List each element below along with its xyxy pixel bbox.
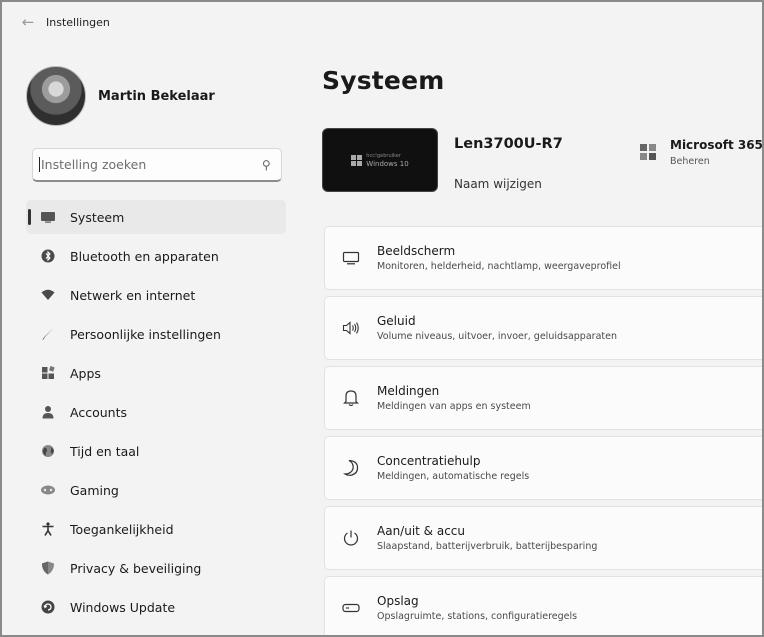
sidebar-item-systeem[interactable]: Systeem (26, 200, 286, 234)
card-title: Concentratiehulp (377, 454, 481, 468)
display-icon (341, 248, 361, 268)
sidebar-item-label: Apps (70, 365, 101, 381)
profile-name: Martin Bekelaar (98, 88, 215, 104)
sidebar-nav: Systeem Bluetooth en apparaten Netwerk e… (26, 200, 286, 629)
card-title: Meldingen (377, 384, 440, 398)
sidebar-item-label: Tijd en taal (70, 443, 140, 459)
sidebar-item-label: Netwerk en internet (70, 287, 196, 303)
device-name: Len3700U-R7 (454, 136, 563, 152)
settings-window: ← Instellingen Martin Bekelaar ⚲ Systeem (0, 0, 764, 637)
sidebar-item-label: Gaming (70, 482, 119, 498)
card-title: Aan/uit & accu (377, 524, 465, 538)
sidebar-item-privacy[interactable]: Privacy & beveiliging (26, 551, 286, 585)
card-subtitle: Volume niveaus, uitvoer, invoer, geluids… (377, 331, 617, 342)
settings-card-geluid[interactable]: Geluid Volume niveaus, uitvoer, invoer, … (324, 296, 762, 360)
card-title: Opslag (377, 594, 419, 608)
card-title: Geluid (377, 314, 416, 328)
sidebar-item-label: Windows Update (70, 599, 176, 615)
sidebar-item-label: Accounts (70, 404, 127, 420)
sidebar-item-gaming[interactable]: Gaming (26, 473, 286, 507)
sidebar-item-toegankelijkheid[interactable]: Toegankelijkheid (26, 512, 286, 546)
update-icon (40, 599, 56, 615)
moon-icon (341, 458, 361, 478)
card-subtitle: Opslagruimte, stations, configuratierege… (377, 611, 578, 622)
sidebar-item-label: Bluetooth en apparaten (70, 248, 219, 264)
search-input[interactable] (39, 157, 263, 172)
microsoft-365-title: Microsoft 365 (670, 138, 763, 152)
wallpaper-os: Windows 10 (366, 160, 409, 168)
monitor-icon (40, 209, 56, 225)
microsoft-365-manage-link[interactable]: Beheren (670, 156, 762, 167)
sidebar-item-netwerk[interactable]: Netwerk en internet (26, 278, 286, 312)
settings-card-concentratiehulp[interactable]: Concentratiehulp Meldingen, automatische… (324, 436, 762, 500)
user-profile[interactable]: Martin Bekelaar (26, 66, 215, 126)
card-subtitle: Slaapstand, batterijverbruik, batterijbe… (377, 541, 598, 552)
wallpaper-brand: hcc!gebruiker (366, 153, 401, 159)
bell-icon (341, 388, 361, 408)
search-box: ⚲ (32, 148, 282, 182)
sidebar-item-accounts[interactable]: Accounts (26, 395, 286, 429)
sidebar-item-tijd[interactable]: Tijd en taal (26, 434, 286, 468)
page-title: Systeem (322, 66, 445, 95)
settings-card-beeldscherm[interactable]: Beeldscherm Monitoren, helderheid, nacht… (324, 226, 762, 290)
speaker-icon (341, 318, 361, 338)
gamepad-icon (40, 482, 56, 498)
app-title: Instellingen (46, 15, 110, 29)
settings-list: Beeldscherm Monitoren, helderheid, nacht… (324, 226, 762, 635)
sidebar-item-persoonlijk[interactable]: Persoonlijke instellingen (26, 317, 286, 351)
avatar (26, 66, 86, 126)
windows-logo-icon (351, 154, 363, 166)
sidebar-item-label: Privacy & beveiliging (70, 560, 202, 576)
brush-icon (40, 326, 56, 342)
wifi-icon (40, 287, 56, 303)
title-bar: ← Instellingen (2, 2, 762, 42)
sidebar: Martin Bekelaar ⚲ Systeem Bluetooth en a… (2, 42, 302, 635)
card-subtitle: Meldingen, automatische regels (377, 471, 530, 482)
sidebar-item-label: Systeem (70, 209, 125, 225)
accessibility-icon (40, 521, 56, 537)
wallpaper-logo: hcc!gebruiker Windows 10 (351, 152, 409, 168)
power-icon (341, 528, 361, 548)
settings-card-aan-uit[interactable]: Aan/uit & accu Slaapstand, batterijverbr… (324, 506, 762, 570)
card-subtitle: Monitoren, helderheid, nachtlamp, weerga… (377, 261, 621, 272)
sidebar-item-windows-update[interactable]: Windows Update (26, 590, 286, 624)
microsoft-365-tile[interactable]: Microsoft 365 Beheren (640, 138, 763, 167)
apps-icon (40, 365, 56, 381)
sidebar-item-label: Toegankelijkheid (70, 521, 174, 537)
sidebar-item-apps[interactable]: Apps (26, 356, 286, 390)
back-arrow-icon: ← (21, 13, 35, 31)
bluetooth-icon (40, 248, 56, 264)
search-icon[interactable]: ⚲ (262, 158, 271, 172)
shield-icon (40, 560, 56, 576)
globe-icon (40, 443, 56, 459)
settings-card-meldingen[interactable]: Meldingen Meldingen van apps en systeem (324, 366, 762, 430)
sidebar-item-label: Persoonlijke instellingen (70, 326, 221, 342)
settings-card-opslag[interactable]: Opslag Opslagruimte, stations, configura… (324, 576, 762, 635)
device-thumbnail: hcc!gebruiker Windows 10 (322, 128, 438, 192)
storage-icon (341, 598, 361, 618)
sidebar-item-bluetooth[interactable]: Bluetooth en apparaten (26, 239, 286, 273)
main-content: Systeem hcc!gebruiker Windows 10 Len3700… (302, 42, 763, 635)
rename-device-link[interactable]: Naam wijzigen (454, 177, 542, 191)
card-title: Beeldscherm (377, 244, 456, 258)
microsoft-365-icon (640, 144, 656, 160)
back-button[interactable]: ← (14, 8, 42, 36)
person-icon (40, 404, 56, 420)
card-subtitle: Meldingen van apps en systeem (377, 401, 531, 412)
